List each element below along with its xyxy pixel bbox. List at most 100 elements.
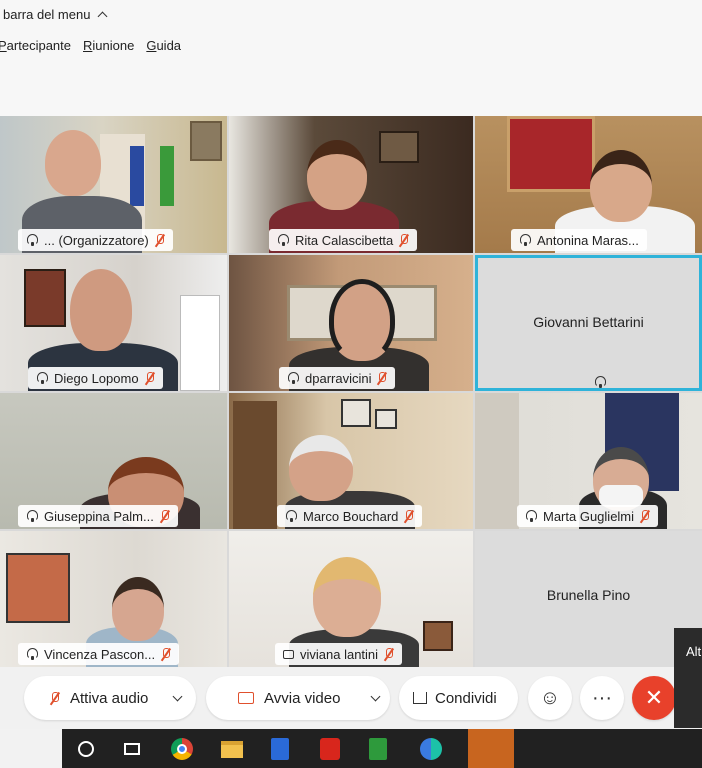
participant-tile[interactable]: viviana lantini — [229, 531, 473, 667]
participant-name: Vincenza Pascon... — [44, 646, 156, 662]
participant-name: Marta Guglielmi — [543, 508, 635, 524]
video-button-label: Avvia video — [264, 689, 341, 707]
participant-name: ... (Organizzatore) — [44, 232, 149, 248]
headset-icon — [277, 234, 289, 246]
task-view-icon[interactable] — [120, 737, 144, 761]
leave-meeting-button[interactable]: ✕ — [632, 676, 676, 720]
participant-label: Marco Bouchard — [277, 505, 423, 527]
mic-muted-icon — [155, 233, 165, 247]
mic-muted-icon — [161, 647, 171, 661]
headset-icon — [519, 234, 531, 246]
mic-muted-icon — [50, 691, 60, 705]
word-doc-icon[interactable] — [268, 737, 292, 761]
participant-label: dparravicini — [279, 367, 396, 389]
menu-bar: Partecipante Riunione Guida — [0, 38, 181, 53]
coat-of-arms-banner — [507, 116, 595, 192]
reactions-button[interactable]: ☺ — [528, 676, 572, 720]
bookshelf — [233, 401, 277, 529]
window-menu-area: barra del menu Partecipante Riunione Gui… — [0, 0, 702, 116]
video-off-icon — [238, 692, 254, 704]
taskbar-icons-area — [62, 729, 702, 768]
more-dots-icon: ··· — [592, 686, 612, 709]
mic-muted-icon — [160, 509, 170, 523]
participant-name: viviana lantini — [300, 646, 379, 662]
participant-tile[interactable]: Marta Guglielmi — [475, 393, 702, 529]
spreadsheet-icon[interactable] — [366, 737, 390, 761]
participant-label: Rita Calascibetta — [269, 229, 418, 251]
participant-tile[interactable]: Giuseppina Palm... — [0, 393, 227, 529]
participant-tile[interactable]: Brunella Pino — [475, 531, 702, 667]
side-popup[interactable]: Alt — [674, 628, 702, 728]
participant-head — [112, 577, 164, 641]
share-button[interactable]: Condividi — [399, 676, 518, 720]
participant-head — [70, 269, 132, 351]
mic-muted-icon — [145, 371, 155, 385]
participant-label: ... (Organizzatore) — [18, 229, 173, 251]
menu-item-partecipante[interactable]: Partecipante — [0, 38, 71, 53]
participant-tile-active-speaker[interactable]: Giovanni Bettarini — [475, 255, 702, 391]
participant-label: viviana lantini — [275, 643, 403, 665]
participant-head — [313, 557, 381, 637]
headset-icon — [287, 372, 299, 384]
audio-button-label: Attiva audio — [70, 689, 149, 707]
start-circle-icon[interactable] — [74, 737, 98, 761]
taskbar-active-highlight — [468, 729, 514, 768]
chevron-down-icon[interactable] — [370, 691, 381, 701]
mic-muted-icon — [384, 647, 394, 661]
participant-name: Diego Lopomo — [54, 370, 139, 386]
wall-picture — [341, 399, 371, 427]
participant-tile[interactable]: dparravicini — [229, 255, 473, 391]
chevron-down-icon[interactable] — [172, 691, 183, 701]
smiley-icon: ☺ — [539, 686, 561, 709]
mic-muted-icon — [404, 509, 414, 523]
mic-muted-icon — [640, 509, 650, 523]
chrome-icon[interactable] — [170, 737, 194, 761]
menu-item-riunione[interactable]: Riunione — [83, 38, 134, 53]
participant-label: Marta Guglielmi — [517, 505, 659, 527]
more-options-button[interactable]: ··· — [580, 676, 624, 720]
participant-head — [329, 279, 395, 361]
poster — [24, 269, 66, 327]
participant-tile[interactable]: Vincenza Pascon... — [0, 531, 227, 667]
menu-item-guida[interactable]: Guida — [146, 38, 181, 53]
close-icon: ✕ — [644, 685, 664, 710]
participant-tile[interactable]: ... (Organizzatore) — [0, 116, 227, 253]
participant-name: dparravicini — [305, 370, 372, 386]
bookshelf — [180, 295, 220, 391]
participant-name: Brunella Pino — [546, 587, 631, 603]
participant-tile[interactable]: Rita Calascibetta — [229, 116, 473, 253]
headset-icon — [26, 234, 38, 246]
menubar-toggle-label: barra del menu — [3, 7, 91, 22]
audio-button[interactable]: Attiva audio — [24, 676, 196, 720]
flag — [160, 146, 174, 206]
wall-picture — [423, 621, 453, 651]
video-button[interactable]: Avvia video — [206, 676, 390, 720]
participant-name: Antonina Maras... — [537, 232, 639, 248]
participant-label: Diego Lopomo — [28, 367, 163, 389]
flag — [130, 146, 144, 206]
acrobat-icon[interactable] — [318, 737, 342, 761]
wall-picture — [379, 131, 419, 163]
headset-icon — [525, 510, 537, 522]
participant-name: Marco Bouchard — [303, 508, 399, 524]
participant-name: Rita Calascibetta — [295, 232, 394, 248]
participant-head — [45, 130, 101, 196]
webex-icon[interactable] — [419, 737, 443, 761]
mic-muted-icon — [399, 233, 409, 247]
participant-tile[interactable]: Marco Bouchard — [229, 393, 473, 529]
headset-icon — [594, 376, 606, 388]
headset-icon — [26, 510, 38, 522]
share-icon — [413, 692, 427, 704]
file-explorer-icon[interactable] — [220, 737, 244, 761]
taskbar — [0, 729, 702, 768]
video-off-icon — [283, 649, 294, 659]
face-mask — [599, 485, 643, 507]
participant-label: Vincenza Pascon... — [18, 643, 180, 665]
menubar-toggle[interactable]: barra del menu — [3, 7, 108, 22]
participant-name: Giuseppina Palm... — [44, 508, 154, 524]
participant-head — [289, 435, 353, 501]
headset-icon — [285, 510, 297, 522]
participant-tile[interactable]: Antonina Maras... — [475, 116, 702, 253]
participant-tile[interactable]: Diego Lopomo — [0, 255, 227, 391]
participant-label: Giuseppina Palm... — [18, 505, 178, 527]
